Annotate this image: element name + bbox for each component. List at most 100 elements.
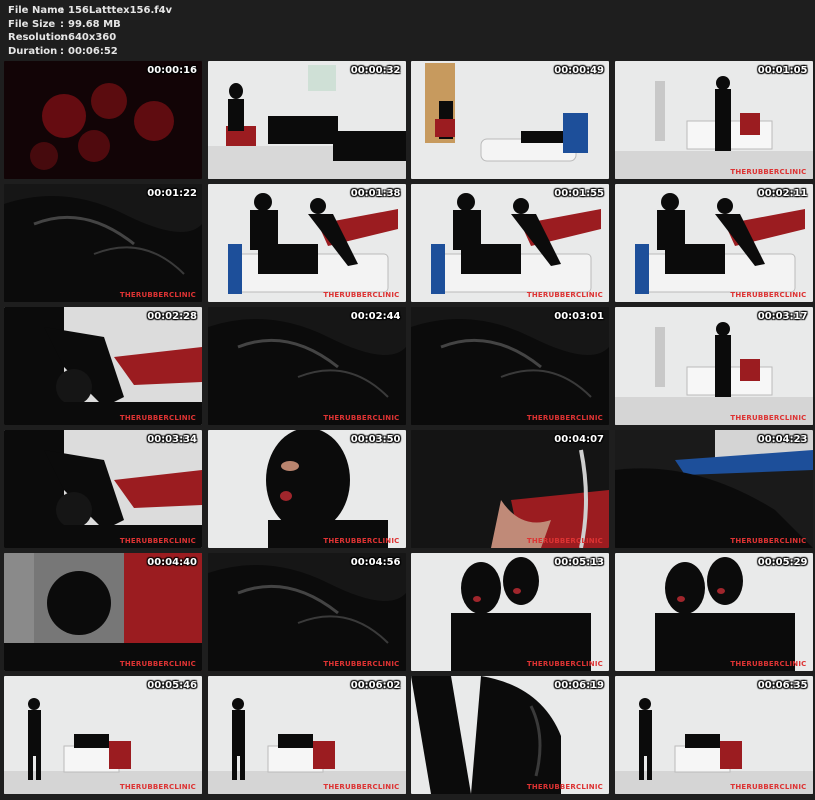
thumbnail-timestamp: 00:00:16 [147, 65, 197, 76]
thumbnail-timestamp: 00:01:55 [554, 188, 604, 199]
video-thumbnail[interactable]: 00:02:44 THERUBBERCLINIC [207, 307, 406, 425]
thumbnail-timestamp: 00:04:40 [147, 557, 197, 568]
thumbnail-watermark: THERUBBERCLINIC [526, 783, 603, 791]
thumbnail-timestamp: 00:03:01 [554, 311, 604, 322]
video-thumbnail[interactable]: 00:01:05 THERUBBERCLINIC [614, 61, 813, 179]
resolution-label: Resolution [8, 32, 69, 43]
thumbnail-frame-image [411, 184, 609, 302]
video-thumbnail[interactable]: 00:05:29 THERUBBERCLINIC [614, 553, 813, 671]
thumbnail-timestamp: 00:05:13 [554, 557, 604, 568]
thumbnail-timestamp: 00:02:44 [350, 311, 401, 322]
thumbnail-frame-image [614, 676, 813, 794]
thumbnail-timestamp: 00:06:35 [757, 680, 808, 691]
video-thumbnail[interactable]: 00:01:22 THERUBBERCLINIC [4, 184, 202, 302]
thumbnail-timestamp: 00:01:38 [350, 188, 401, 199]
thumbnail-watermark: THERUBBERCLINIC [119, 537, 196, 545]
file-name-row: File Name : 156Latttex156.f4v [8, 4, 172, 18]
thumbnail-frame-image [411, 676, 609, 794]
video-thumbnail[interactable]: 00:01:38 THERUBBERCLINIC [207, 184, 406, 302]
video-thumbnail[interactable]: 00:04:23 THERUBBERCLINIC [614, 430, 813, 548]
video-thumbnail[interactable]: 00:01:55 THERUBBERCLINIC [411, 184, 609, 302]
thumbnail-timestamp: 00:01:05 [757, 65, 808, 76]
file-info-panel: File Name : 156Latttex156.f4v File Size … [8, 4, 172, 58]
thumbnail-frame-image [614, 184, 813, 302]
thumbnail-frame-image [207, 553, 406, 671]
thumbnail-frame-image [411, 553, 609, 671]
thumbnail-watermark: THERUBBERCLINIC [119, 414, 196, 422]
thumbnail-timestamp: 00:06:02 [350, 680, 401, 691]
video-thumbnail[interactable]: 00:00:49 [411, 61, 609, 179]
thumbnail-frame-image [411, 307, 609, 425]
thumbnail-frame-image [207, 184, 406, 302]
thumbnail-timestamp: 00:05:46 [147, 680, 197, 691]
video-thumbnail[interactable]: 00:03:50 THERUBBERCLINIC [207, 430, 406, 548]
file-name-value: 156Latttex156.f4v [68, 5, 173, 16]
thumbnail-frame-image [207, 61, 406, 179]
thumbnail-grid: 00:00:16 00:00:32 00:00:49 00:01:05 THER… [4, 61, 813, 798]
thumbnail-watermark: THERUBBERCLINIC [323, 414, 400, 422]
video-thumbnail[interactable]: 00:06:19 THERUBBERCLINIC [411, 676, 609, 794]
thumbnail-frame-image [411, 61, 609, 179]
resolution-value: 640x360 [68, 32, 117, 43]
video-thumbnail[interactable]: 00:00:16 [4, 61, 202, 179]
thumbnail-timestamp: 00:05:29 [757, 557, 808, 568]
duration-label: Duration [8, 45, 58, 57]
thumbnail-frame-image [4, 61, 202, 179]
thumbnail-watermark: THERUBBERCLINIC [730, 660, 807, 668]
thumbnail-watermark: THERUBBERCLINIC [730, 414, 807, 422]
duration-value: 00:06:52 [68, 45, 118, 57]
video-thumbnail[interactable]: 00:02:11 THERUBBERCLINIC [614, 184, 813, 302]
video-thumbnail[interactable]: 00:05:13 THERUBBERCLINIC [411, 553, 609, 671]
thumbnail-watermark: THERUBBERCLINIC [119, 291, 196, 299]
video-thumbnail[interactable]: 00:03:34 THERUBBERCLINIC [4, 430, 202, 548]
file-size-row: File Size : 99.68 MB [8, 18, 172, 32]
thumbnail-frame-image [4, 307, 202, 425]
video-thumbnail[interactable]: 00:04:56 THERUBBERCLINIC [207, 553, 406, 671]
resolution-row: Resolution : 640x360 [8, 31, 172, 45]
thumbnail-timestamp: 00:03:17 [757, 311, 808, 322]
thumbnail-frame-image [4, 553, 202, 671]
file-size-value: 99.68 MB [68, 18, 121, 30]
video-thumbnail[interactable]: 00:03:17 THERUBBERCLINIC [614, 307, 813, 425]
thumbnail-timestamp: 00:02:11 [757, 188, 808, 199]
thumbnail-watermark: THERUBBERCLINIC [730, 783, 807, 791]
thumbnail-frame-image [614, 307, 813, 425]
thumbnail-frame-image [207, 430, 406, 548]
thumbnail-timestamp: 00:04:07 [554, 434, 604, 445]
thumbnail-watermark: THERUBBERCLINIC [526, 414, 603, 422]
thumbnail-frame-image [207, 676, 406, 794]
video-thumbnail[interactable]: 00:00:32 [207, 61, 406, 179]
thumbnail-timestamp: 00:03:50 [350, 434, 401, 445]
thumbnail-watermark: THERUBBERCLINIC [526, 537, 603, 545]
thumbnail-watermark: THERUBBERCLINIC [323, 537, 400, 545]
thumbnail-frame-image [614, 61, 813, 179]
thumbnail-frame-image [411, 430, 609, 548]
thumbnail-frame-image [614, 430, 813, 548]
thumbnail-watermark: THERUBBERCLINIC [526, 660, 603, 668]
thumbnail-watermark: THERUBBERCLINIC [119, 783, 196, 791]
video-thumbnail[interactable]: 00:04:40 THERUBBERCLINIC [4, 553, 202, 671]
thumbnail-timestamp: 00:03:34 [147, 434, 197, 445]
video-thumbnail[interactable]: 00:06:35 THERUBBERCLINIC [614, 676, 813, 794]
thumbnail-watermark: THERUBBERCLINIC [323, 291, 400, 299]
video-thumbnail[interactable]: 00:06:02 THERUBBERCLINIC [207, 676, 406, 794]
file-size-label: File Size [8, 18, 56, 30]
thumbnail-watermark: THERUBBERCLINIC [323, 783, 400, 791]
video-thumbnail[interactable]: 00:03:01 THERUBBERCLINIC [411, 307, 609, 425]
thumbnail-frame-image [4, 676, 202, 794]
thumbnail-watermark: THERUBBERCLINIC [730, 291, 807, 299]
thumbnail-timestamp: 00:04:56 [350, 557, 401, 568]
video-thumbnail[interactable]: 00:02:28 THERUBBERCLINIC [4, 307, 202, 425]
thumbnail-timestamp: 00:02:28 [147, 311, 197, 322]
thumbnail-watermark: THERUBBERCLINIC [526, 291, 603, 299]
video-thumbnail[interactable]: 00:05:46 THERUBBERCLINIC [4, 676, 202, 794]
thumbnail-timestamp: 00:00:49 [554, 65, 604, 76]
thumbnail-watermark: THERUBBERCLINIC [730, 168, 807, 176]
video-thumbnail[interactable]: 00:04:07 THERUBBERCLINIC [411, 430, 609, 548]
thumbnail-timestamp: 00:01:22 [147, 188, 197, 199]
thumbnail-watermark: THERUBBERCLINIC [730, 537, 807, 545]
thumbnail-watermark: THERUBBERCLINIC [323, 660, 400, 668]
thumbnail-frame-image [614, 553, 813, 671]
thumbnail-frame-image [4, 184, 202, 302]
file-name-label: File Name [8, 5, 65, 16]
